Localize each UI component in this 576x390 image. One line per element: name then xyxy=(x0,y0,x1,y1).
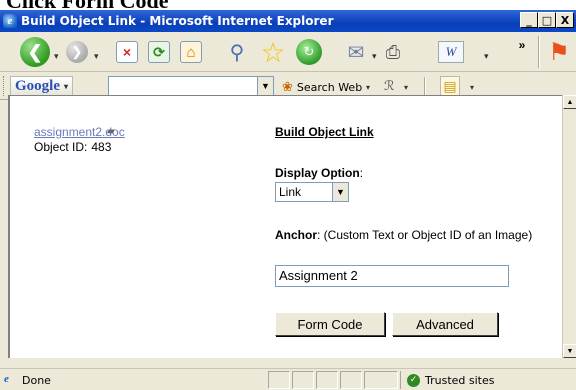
edit-word-button[interactable]: W xyxy=(438,41,464,63)
back-arrow-icon: ❮ xyxy=(27,41,43,62)
minimize-button[interactable]: _ xyxy=(520,12,538,28)
security-zone[interactable]: ✓ Trusted sites xyxy=(400,371,576,389)
google-search-input[interactable] xyxy=(108,76,258,96)
back-dropdown-icon[interactable]: ▾ xyxy=(54,51,59,62)
status-pane xyxy=(268,371,290,389)
page-content: assignment2.doc ▰ Object ID: 483 Build O… xyxy=(8,95,562,358)
chevron-down-icon[interactable]: ▼ xyxy=(332,183,348,201)
page-icon: e xyxy=(4,373,9,385)
display-option-select[interactable]: Link ▼ xyxy=(275,182,349,202)
status-text-area: e Done xyxy=(2,371,264,389)
trusted-check-icon: ✓ xyxy=(407,373,420,387)
status-bar: e Done ✓ Trusted sites xyxy=(0,368,576,390)
object-id-value: 483 xyxy=(91,140,112,154)
display-option-label: Display Option: xyxy=(275,166,363,180)
display-option-colon: : xyxy=(359,166,364,180)
home-button[interactable]: ⌂ xyxy=(180,41,202,63)
edit-dropdown-icon[interactable]: ▾ xyxy=(484,51,489,62)
toolbar-overflow-button[interactable]: » xyxy=(516,38,528,52)
windows-logo-icon: ⚑ xyxy=(548,38,570,66)
mail-button[interactable]: ✉ xyxy=(342,41,370,64)
search-web-dropdown-icon[interactable]: ▾ xyxy=(366,83,370,92)
forward-arrow-icon: ❯ xyxy=(71,44,83,59)
status-pane xyxy=(340,371,362,389)
back-button[interactable]: ❮ xyxy=(20,37,50,67)
external-object-icon[interactable]: ▰ xyxy=(107,126,115,137)
browser-window: e Build Object Link - Microsoft Internet… xyxy=(0,10,576,390)
status-pane xyxy=(316,371,338,389)
google-dropdown-icon: ▾ xyxy=(64,81,69,91)
scroll-down-button[interactable]: ▼ xyxy=(563,344,576,358)
spellcheck-dropdown-icon[interactable]: ▾ xyxy=(404,83,408,92)
scroll-up-button[interactable]: ▲ xyxy=(563,95,576,109)
status-text: Done xyxy=(22,373,51,387)
forward-button[interactable]: ❯ xyxy=(66,41,88,63)
window-controls: _ □ X xyxy=(520,12,574,28)
google-menu-button[interactable]: Google ▾ xyxy=(10,76,74,96)
standard-toolbar: ❮ ▾ ❯ ▾ × ⟳ ⌂ ⚲ ☆ ↻ ✉ ▾ ⎙ W ▾ » ⚑ xyxy=(0,32,576,72)
close-button[interactable]: X xyxy=(556,12,574,28)
page-heading-cropped: Click Form Code xyxy=(6,0,306,10)
status-pane xyxy=(292,371,314,389)
vertical-scrollbar[interactable]: ▲ ▼ xyxy=(562,95,576,358)
print-button[interactable]: ⎙ xyxy=(380,40,406,64)
printer-icon: ⎙ xyxy=(385,41,401,62)
search-button[interactable]: ⚲ xyxy=(224,39,250,65)
anchor-input[interactable]: Assignment 2 xyxy=(275,265,509,287)
display-option-label-text: Display Option xyxy=(275,166,360,180)
search-web-button[interactable]: ❀ Search Web xyxy=(282,78,362,96)
favorites-star-icon: ☆ xyxy=(260,36,286,68)
arrow-down-icon: ▼ xyxy=(566,347,574,355)
binoculars-icon: ❀ xyxy=(282,79,293,95)
google-logo: Google xyxy=(15,77,60,94)
media-button[interactable]: ↻ xyxy=(296,39,322,65)
refresh-icon: ⟳ xyxy=(153,43,165,60)
stop-icon: × xyxy=(122,44,132,60)
favorites-button[interactable]: ☆ xyxy=(258,36,288,68)
folder-icon[interactable]: ▤ xyxy=(440,76,460,96)
form-code-button[interactable]: Form Code xyxy=(275,312,385,336)
search-web-label: Search Web xyxy=(296,80,363,94)
maximize-button[interactable]: □ xyxy=(538,12,556,28)
forward-dropdown-icon[interactable]: ▾ xyxy=(94,51,99,62)
toolbar-grip[interactable] xyxy=(3,76,6,96)
mail-dropdown-icon[interactable]: ▾ xyxy=(372,51,377,62)
anchor-label-text: Anchor xyxy=(275,228,317,242)
advanced-button[interactable]: Advanced xyxy=(392,312,498,336)
chevron-down-icon: ▼ xyxy=(261,81,270,91)
search-icon: ⚲ xyxy=(229,41,245,64)
status-pane xyxy=(364,371,398,389)
word-icon: W xyxy=(445,44,457,59)
toolbar-separator xyxy=(538,36,540,68)
object-id-label: Object ID: xyxy=(34,140,88,154)
mail-icon: ✉ xyxy=(347,41,365,64)
title-bar: e Build Object Link - Microsoft Internet… xyxy=(0,10,576,32)
googlebar-separator xyxy=(424,77,426,97)
stop-button[interactable]: × xyxy=(116,41,138,63)
anchor-label: Anchor: (Custom Text or Object ID of an … xyxy=(275,227,555,244)
media-icon: ↻ xyxy=(303,44,315,59)
arrow-up-icon: ▲ xyxy=(566,98,574,106)
anchor-hint: : (Custom Text or Object ID of an Image) xyxy=(317,228,533,242)
folder-dropdown-icon[interactable]: ▾ xyxy=(470,83,474,92)
panel-title: Build Object Link xyxy=(275,125,374,139)
window-title: Build Object Link - Microsoft Internet E… xyxy=(21,14,334,28)
security-zone-text: Trusted sites xyxy=(425,373,495,387)
object-id: Object ID: 483 xyxy=(34,140,111,154)
spellcheck-icon[interactable]: ℛ xyxy=(384,78,394,94)
google-search-dropdown[interactable]: ▼ xyxy=(258,76,274,96)
refresh-button[interactable]: ⟳ xyxy=(148,41,170,63)
display-option-value: Link xyxy=(279,185,302,199)
home-icon: ⌂ xyxy=(186,43,196,61)
ie-logo-icon: e xyxy=(3,14,17,28)
